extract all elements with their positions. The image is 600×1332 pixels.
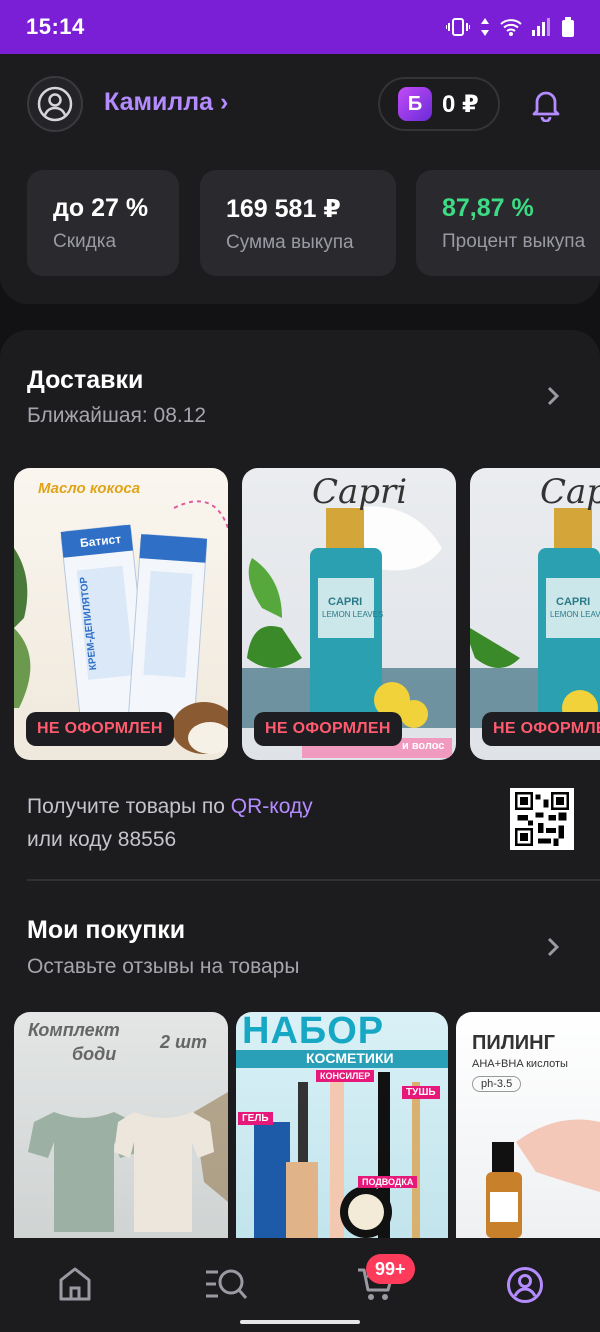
status-time: 15:14 <box>26 14 85 39</box>
stat-discount[interactable]: до 27 % Скидка <box>27 170 179 276</box>
home-indicator <box>240 1320 360 1324</box>
user-icon <box>37 86 73 122</box>
status-badge: НЕ ОФОРМЛЕН <box>254 712 402 746</box>
stat-label: Сумма выкупа <box>226 232 354 253</box>
nav-home[interactable] <box>58 1266 92 1307</box>
product-subname: LEMON LEAVES <box>550 610 600 619</box>
product-banner: Масло кокоса <box>38 480 141 497</box>
qr-text-prefix: Получите товары по <box>27 795 231 818</box>
balance-pill[interactable]: Б 0 ₽ <box>378 77 500 131</box>
stat-purchase-sum[interactable]: 169 581 ₽ Сумма выкупа <box>200 170 396 276</box>
bottom-nav: 99+ <box>0 1238 600 1332</box>
stat-value: до 27 % <box>53 194 149 222</box>
bonus-badge: Б <box>398 87 432 121</box>
status-bar: 15:14 <box>0 0 600 54</box>
catalog-search-icon <box>206 1269 248 1299</box>
product-subname: LEMON LEAVES <box>322 610 384 619</box>
data-arrows-icon <box>481 18 489 36</box>
profile-icon <box>507 1267 543 1303</box>
deliveries-subtitle: Ближайшая: 08.12 <box>27 404 207 427</box>
notifications-button[interactable] <box>528 86 564 127</box>
chevron-right-icon[interactable] <box>544 935 562 959</box>
delivery-item[interactable]: Capri CAPRI LEMON LEAVES НЕ ОФОРМЛЕН <box>470 468 600 760</box>
vibrate-icon <box>446 18 470 36</box>
user-name-link[interactable]: Камилла › <box>104 88 228 117</box>
product-subname: КОСМЕТИКИ <box>306 1050 394 1066</box>
product-tag: ГЕЛЬ <box>238 1112 273 1125</box>
product-banner: Комплект <box>28 1020 120 1040</box>
product-subname: AHA+BHA кислоты <box>472 1058 568 1070</box>
product-banner: НАБОР <box>242 1012 385 1052</box>
status-badge: НЕ ОФОРМЛЕН <box>26 712 174 746</box>
purchases-title[interactable]: Мои покупки <box>27 916 185 945</box>
signal-icon <box>532 18 550 36</box>
purchases-subtitle: Оставьте отзывы на товары <box>27 955 300 978</box>
divider <box>27 879 600 881</box>
purchase-item[interactable]: ПИЛИНГ AHA+BHA кислоты ph-3.5 <box>456 1012 600 1238</box>
chevron-right-icon[interactable] <box>544 384 562 408</box>
nav-profile[interactable] <box>506 1266 544 1309</box>
purchase-item[interactable]: Комплект боди 2 шт <box>14 1012 228 1238</box>
product-banner: Capri <box>312 472 408 512</box>
pickup-code-text: или коду 88556 <box>27 828 177 851</box>
stat-purchase-percent[interactable]: 87,87 % Процент выкупа <box>416 170 600 276</box>
stat-label: Процент выкупа <box>442 231 586 252</box>
nav-catalog[interactable] <box>204 1266 248 1307</box>
home-icon <box>59 1267 91 1301</box>
qr-icon <box>515 792 569 846</box>
product-banner: Capri <box>540 472 600 512</box>
bell-icon <box>532 91 560 123</box>
product-tag: ПОДВОДКА <box>358 1176 418 1188</box>
product-quantity: 2 шт <box>160 1032 208 1052</box>
status-badge: НЕ ОФОРМЛЕН <box>482 712 600 746</box>
qr-instructions: Получите товары по QR-коду или коду 8855… <box>27 790 313 856</box>
product-banner-line2: боди <box>72 1044 117 1064</box>
product-ph: ph-3.5 <box>472 1076 522 1092</box>
qr-code[interactable] <box>510 788 574 850</box>
status-icons <box>446 17 574 37</box>
balance-value: 0 ₽ <box>442 90 479 118</box>
product-name: CAPRI <box>556 596 591 608</box>
battery-icon <box>562 17 574 37</box>
deliveries-title[interactable]: Доставки <box>27 366 143 395</box>
product-tag: КОНСИЛЕР <box>316 1070 375 1082</box>
stat-value: 169 581 ₽ <box>226 195 341 223</box>
stat-label: Скидка <box>53 231 117 252</box>
purchase-item[interactable]: НАБОР КОСМЕТИКИ КОНСИЛЕР ТУШЬ ГЕЛЬ ПОДВО… <box>236 1012 448 1238</box>
product-banner: ПИЛИНГ <box>472 1032 555 1054</box>
qr-code-link[interactable]: QR-коду <box>231 795 313 818</box>
wifi-icon <box>500 19 522 36</box>
delivery-item[interactable]: Capri CAPRI LEMON LEAVES и волос НЕ ОФОР… <box>242 468 456 760</box>
delivery-item[interactable]: Масло кокоса Батист КРЕМ-ДЕПИЛЯТОР НЕ ОФ… <box>14 468 228 760</box>
stat-value: 87,87 % <box>442 194 534 222</box>
cart-count-badge: 99+ <box>366 1254 415 1284</box>
avatar[interactable] <box>27 76 83 132</box>
product-footer: и волос <box>402 740 445 752</box>
product-tag: ТУШЬ <box>402 1086 440 1099</box>
product-name: CAPRI <box>328 596 363 608</box>
